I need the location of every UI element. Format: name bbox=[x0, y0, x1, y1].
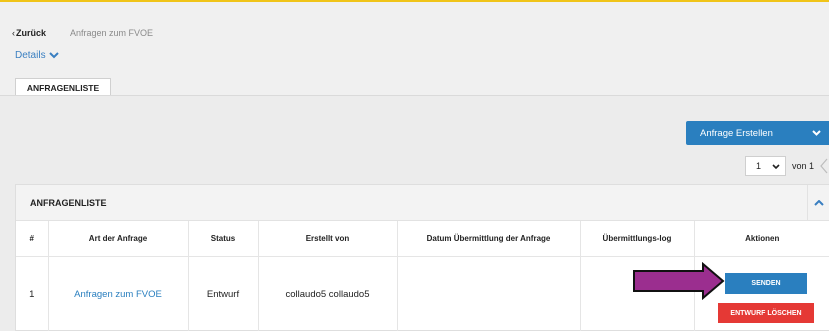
page-select[interactable]: 1 bbox=[745, 156, 786, 176]
row-status: Entwurf bbox=[188, 256, 259, 331]
pagination: 1 von 1 bbox=[745, 156, 828, 176]
page-of-text: von 1 bbox=[792, 161, 814, 171]
row-created-by: collaudo5 collaudo5 bbox=[258, 256, 398, 331]
panel-title: ANFRAGENLISTE bbox=[30, 197, 107, 208]
back-label: Zurück bbox=[16, 28, 47, 38]
column-header-actions: Aktionen bbox=[694, 221, 829, 257]
column-header-status: Status bbox=[188, 221, 259, 257]
column-header-submission-date: Datum Übermittlung der Anfrage bbox=[397, 221, 581, 257]
column-header-created-by: Erstellt von bbox=[258, 221, 398, 257]
row-submission-date bbox=[397, 256, 581, 331]
chevron-down-icon bbox=[772, 163, 780, 169]
chevron-down-icon bbox=[48, 52, 59, 59]
collapse-button[interactable] bbox=[807, 184, 829, 221]
page-header: ‹Zurück Anfragen zum FVOE Details ANFRAG… bbox=[0, 2, 829, 98]
column-header-number: # bbox=[16, 221, 49, 257]
requests-panel: ANFRAGENLISTE # Art der Anfrage Status E… bbox=[15, 184, 829, 331]
row-number: 1 bbox=[16, 256, 49, 331]
request-type-link[interactable]: Anfragen zum FVOE bbox=[48, 256, 189, 331]
details-toggle[interactable]: Details bbox=[15, 50, 59, 61]
table-header-row: # Art der Anfrage Status Erstellt von Da… bbox=[16, 221, 829, 257]
create-request-button[interactable]: Anfrage Erstellen bbox=[686, 121, 829, 145]
current-page: 1 bbox=[756, 161, 762, 171]
total-pages: 1 bbox=[809, 161, 815, 171]
column-header-type: Art der Anfrage bbox=[48, 221, 189, 257]
panel-header: ANFRAGENLISTE bbox=[16, 184, 829, 221]
back-link[interactable]: ‹Zurück bbox=[12, 28, 46, 38]
chevron-left-icon[interactable] bbox=[820, 158, 828, 174]
highlight-arrow-icon bbox=[633, 262, 725, 300]
chevron-down-icon bbox=[812, 130, 821, 136]
chevron-up-icon bbox=[813, 199, 824, 206]
send-button[interactable]: SENDEN bbox=[725, 273, 807, 294]
delete-draft-button[interactable]: ENTWURF LÖSCHEN bbox=[718, 303, 814, 323]
breadcrumb: Anfragen zum FVOE bbox=[70, 28, 154, 38]
create-request-label: Anfrage Erstellen bbox=[700, 127, 773, 139]
details-label: Details bbox=[15, 50, 46, 61]
chevron-left-icon: ‹ bbox=[12, 28, 15, 38]
column-header-log: Übermittlungs-log bbox=[580, 221, 695, 257]
of-label: von bbox=[792, 161, 807, 171]
